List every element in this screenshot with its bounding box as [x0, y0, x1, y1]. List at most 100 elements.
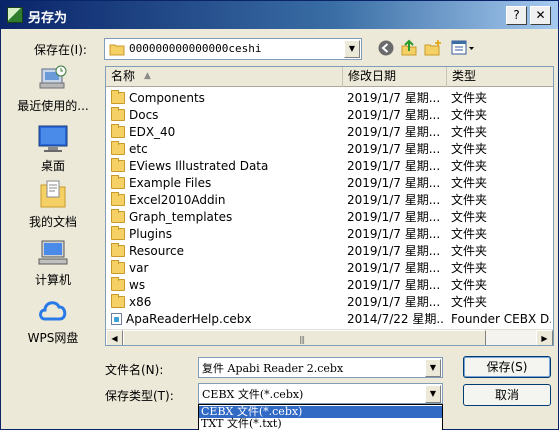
filename-value: 复件 Apabi Reader 2.cebx [202, 362, 344, 375]
file-row[interactable]: var 2019/1/7 星期... 文件夹 [106, 260, 553, 277]
file-type: 文件夹 [451, 125, 488, 139]
file-name-cell: EDX_40 [111, 124, 339, 141]
place-computer[interactable]: 计算机 [9, 237, 97, 288]
folder-icon [111, 192, 125, 206]
file-type: 文件夹 [451, 159, 488, 173]
file-date: 2019/1/7 星期... [347, 227, 441, 241]
file-type: 文件夹 [451, 193, 488, 207]
place-desktop-label: 桌面 [40, 159, 65, 173]
file-name-cell: Example Files [111, 175, 339, 192]
file-name-cell: Docs [111, 107, 339, 124]
folder-icon [111, 124, 125, 138]
place-wps-cloud[interactable]: WPS网盘 [9, 295, 97, 346]
file-type: 文件夹 [451, 176, 488, 190]
column-date[interactable]: 修改日期 [343, 67, 447, 87]
filetype-label: 保存类型(T): [105, 389, 174, 403]
column-name[interactable]: 名称 ▲ [106, 67, 343, 87]
file-row[interactable]: Example Files 2019/1/7 星期... 文件夹 [106, 175, 553, 192]
folder-icon [111, 141, 125, 155]
column-type-label: 类型 [452, 69, 477, 83]
place-computer-label: 计算机 [34, 273, 71, 287]
file-date: 2019/1/7 星期... [347, 193, 441, 207]
file-date: 2019/1/7 星期... [347, 244, 441, 258]
column-name-label: 名称 [111, 69, 136, 83]
file-row[interactable]: Docs 2019/1/7 星期... 文件夹 [106, 107, 553, 124]
file-row[interactable]: EDX_40 2019/1/7 星期... 文件夹 [106, 124, 553, 141]
file-name-cell: EViews Illustrated Data [111, 158, 339, 175]
file-name: Graph_templates [129, 210, 233, 224]
filename-label: 文件名(N): [105, 363, 164, 377]
file-row[interactable]: Resource 2019/1/7 星期... 文件夹 [106, 243, 553, 260]
computer-icon [36, 237, 70, 269]
cloud-icon [36, 295, 70, 327]
filetype-value: CEBX 文件(*.cebx) [202, 388, 304, 401]
scroll-right-icon[interactable]: ▶ [536, 330, 553, 345]
view-menu-icon[interactable] [451, 39, 475, 57]
file-type: 文件夹 [451, 295, 488, 309]
scrollbar-thumb[interactable]: ||| [123, 330, 486, 345]
filetype-dropdown-icon[interactable]: ▼ [425, 385, 441, 403]
sort-ascending-icon: ▲ [144, 71, 151, 81]
close-button[interactable]: ✕ [530, 6, 551, 25]
column-date-label: 修改日期 [348, 69, 397, 83]
place-my-documents[interactable]: 我的文档 [9, 179, 97, 230]
file-row[interactable]: EViews Illustrated Data 2019/1/7 星期... 文件夹 [106, 158, 553, 175]
file-type: 文件夹 [451, 278, 488, 292]
filetype-dropdown-list[interactable]: CEBX 文件(*.cebx) TXT 文件(*.txt) [198, 404, 443, 430]
file-name-cell: var [111, 260, 339, 277]
folder-icon [111, 175, 125, 189]
file-row[interactable]: ApaReaderHelp.cebx 2014/7/22 星期... Founder… [106, 311, 553, 328]
scroll-left-icon[interactable]: ◀ [106, 330, 123, 345]
save-in-combo[interactable]: 000000000000000ceshi ▼ [104, 38, 362, 60]
up-folder-icon[interactable] [400, 39, 418, 57]
folder-icon [111, 107, 125, 121]
new-folder-icon[interactable] [424, 39, 442, 57]
file-row[interactable]: Plugins 2019/1/7 星期... 文件夹 [106, 226, 553, 243]
file-row[interactable]: Graph_templates 2019/1/7 星期... 文件夹 [106, 209, 553, 226]
column-type[interactable]: 类型 [447, 67, 553, 87]
folder-icon [111, 260, 125, 274]
recent-icon [36, 63, 70, 95]
file-row[interactable]: etc 2019/1/7 星期... 文件夹 [106, 141, 553, 158]
save-button[interactable]: 保存(S) [463, 356, 551, 378]
file-name-cell: ws [111, 277, 339, 294]
folder-icon [111, 90, 125, 104]
file-date: 2019/1/7 星期... [347, 176, 441, 190]
place-my-documents-label: 我的文档 [28, 215, 77, 229]
cancel-button[interactable]: 取消 [463, 384, 551, 406]
file-type: 文件夹 [451, 227, 488, 241]
file-type: 文件夹 [451, 261, 488, 275]
save-in-label: 保存在(I): [34, 43, 87, 57]
my-documents-icon [36, 179, 70, 211]
file-name: Components [129, 91, 205, 105]
filename-input[interactable]: 复件 Apabi Reader 2.cebx ▼ [198, 357, 443, 378]
title-bar[interactable]: 另存为 ? ✕ [1, 1, 558, 29]
file-row[interactable]: x86 2019/1/7 星期... 文件夹 [106, 294, 553, 311]
horizontal-scrollbar[interactable]: ◀ ||| ▶ [106, 329, 553, 345]
place-desktop[interactable]: 桌面 [9, 123, 97, 174]
place-recent[interactable]: 最近使用的... [9, 63, 97, 114]
folder-icon [111, 158, 125, 172]
file-name: x86 [129, 295, 152, 309]
file-row[interactable]: ws 2019/1/7 星期... 文件夹 [106, 277, 553, 294]
file-row[interactable]: Components 2019/1/7 星期... 文件夹 [106, 90, 553, 107]
file-date: 2019/1/7 星期... [347, 261, 441, 275]
file-date: 2019/1/7 星期... [347, 108, 441, 122]
file-name: Plugins [129, 227, 172, 241]
save-as-dialog: 另存为 ? ✕ 保存在(I): 000000000000000ceshi ▼ 最… [0, 0, 559, 430]
app-icon [7, 7, 23, 23]
file-list[interactable]: 名称 ▲ 修改日期 类型 Components 2019/1/7 星期... 文件夹… [105, 66, 554, 346]
file-type: Founder CEBX D... [451, 312, 551, 326]
file-name: etc [129, 142, 148, 156]
chevron-down-icon[interactable]: ▼ [344, 40, 360, 58]
help-button[interactable]: ? [506, 6, 527, 25]
file-row[interactable]: Excel2010Addin 2019/1/7 星期... 文件夹 [106, 192, 553, 209]
folder-icon [111, 243, 125, 257]
file-date: 2014/7/22 星期... [347, 312, 443, 326]
file-name-cell: etc [111, 141, 339, 158]
file-name-cell: x86 [111, 294, 339, 311]
filetype-option[interactable]: TXT 文件(*.txt) [199, 418, 442, 430]
filetype-select[interactable]: CEBX 文件(*.cebx) ▼ [198, 383, 443, 404]
back-icon[interactable] [377, 39, 395, 57]
filename-dropdown-icon[interactable]: ▼ [425, 359, 441, 377]
